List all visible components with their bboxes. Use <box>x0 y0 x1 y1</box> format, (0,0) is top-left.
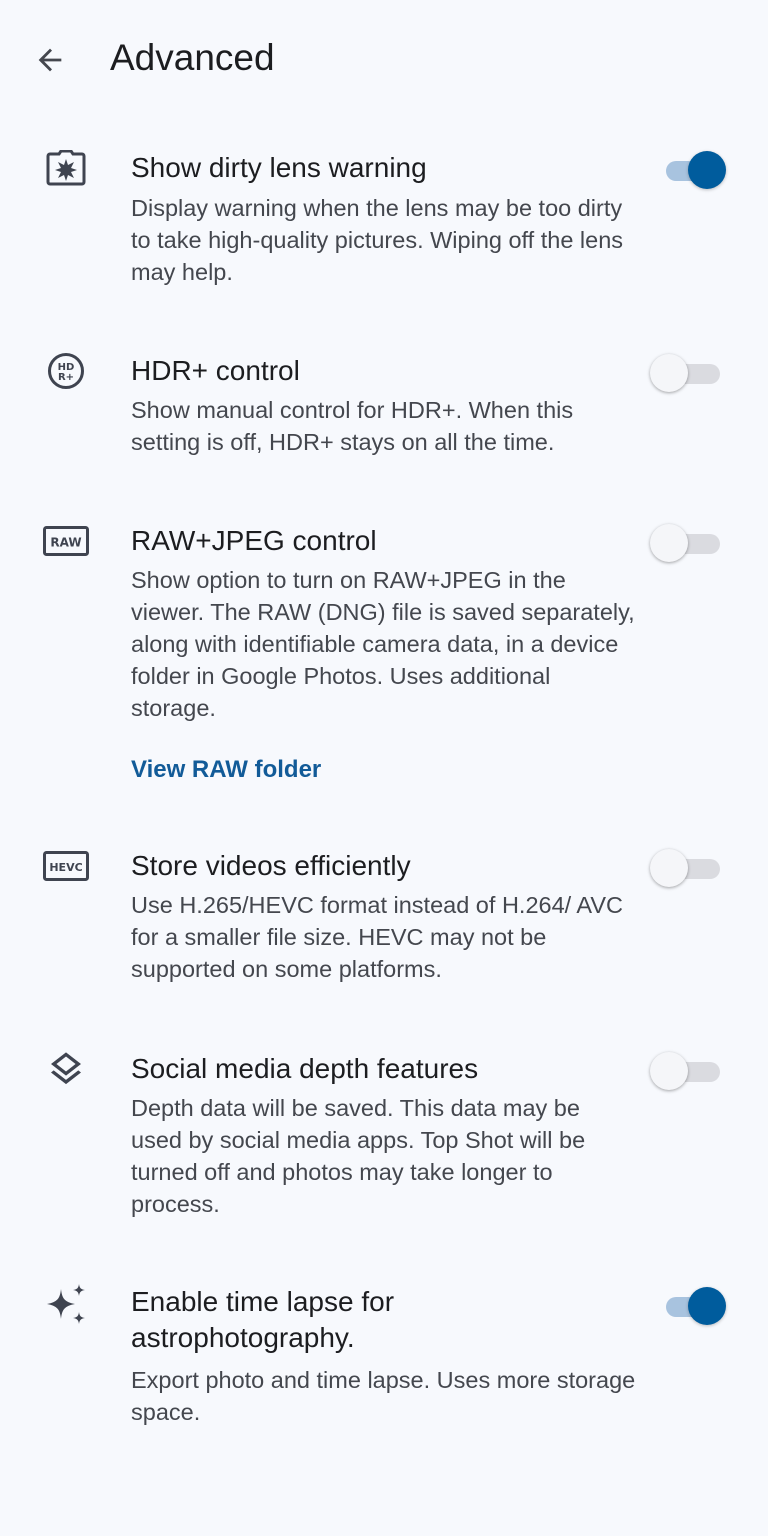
setting-hdr-plus[interactable]: HD R+ HDR+ control Show manual control f… <box>0 343 768 463</box>
setting-title: Enable time lapse for astrophotography. <box>131 1286 395 1353</box>
toggle-thumb <box>650 1052 688 1090</box>
setting-title: Show dirty lens warning <box>131 152 427 183</box>
setting-description: Export photo and time lapse. Uses more s… <box>131 1367 636 1425</box>
setting-title: HDR+ control <box>131 355 300 386</box>
hevc-icon: HEVC <box>40 844 92 888</box>
setting-social-media-depth[interactable]: Social media depth features Depth data w… <box>0 1041 768 1221</box>
sparkle-icon <box>40 1282 92 1326</box>
setting-store-videos-efficiently[interactable]: HEVC Store videos efficiently Use H.265/… <box>0 838 768 988</box>
view-raw-folder-link[interactable]: View RAW folder <box>131 754 321 786</box>
toggle-thumb <box>650 849 688 887</box>
raw-jpeg-toggle[interactable] <box>650 523 724 563</box>
astro-time-lapse-toggle[interactable] <box>662 1286 726 1326</box>
toggle-thumb <box>650 524 688 562</box>
store-videos-efficiently-toggle[interactable] <box>650 848 724 888</box>
toggle-thumb <box>688 151 726 189</box>
svg-text:RAW: RAW <box>50 536 81 550</box>
setting-title: Store videos efficiently <box>131 850 411 881</box>
social-media-depth-toggle[interactable] <box>650 1051 724 1091</box>
hdr-plus-icon: HD R+ <box>40 349 92 393</box>
dirty-lens-toggle[interactable] <box>662 150 726 190</box>
svg-text:R+: R+ <box>58 372 74 383</box>
arrow-back-icon <box>38 48 62 72</box>
dirty-lens-icon <box>40 146 92 190</box>
setting-dirty-lens[interactable]: Show dirty lens warning Display warning … <box>0 140 768 300</box>
hdr-plus-toggle[interactable] <box>650 353 724 393</box>
setting-astro-time-lapse[interactable]: Enable time lapse for astrophotography. … <box>0 1276 768 1436</box>
page-title: Advanced <box>110 37 275 78</box>
setting-title: Social media depth features <box>131 1053 479 1084</box>
setting-description: Depth data will be saved. This data may … <box>131 1095 586 1217</box>
layers-icon <box>40 1047 92 1091</box>
setting-description: Display warning when the lens may be too… <box>131 195 624 285</box>
setting-description: Show manual control for HDR+. When this … <box>131 397 574 455</box>
setting-description: Use H.265/HEVC format instead of H.264/ … <box>131 892 623 982</box>
toggle-thumb <box>650 354 688 392</box>
setting-raw-jpeg[interactable]: RAW RAW+JPEG control Show option to turn… <box>0 513 768 798</box>
app-bar: Advanced <box>0 0 768 118</box>
setting-title: RAW+JPEG control <box>131 525 377 556</box>
toggle-thumb <box>688 1287 726 1325</box>
setting-description: Show option to turn on RAW+JPEG in the v… <box>131 567 635 721</box>
svg-text:HEVC: HEVC <box>49 861 82 874</box>
raw-icon: RAW <box>40 519 92 563</box>
back-button[interactable] <box>24 34 76 86</box>
